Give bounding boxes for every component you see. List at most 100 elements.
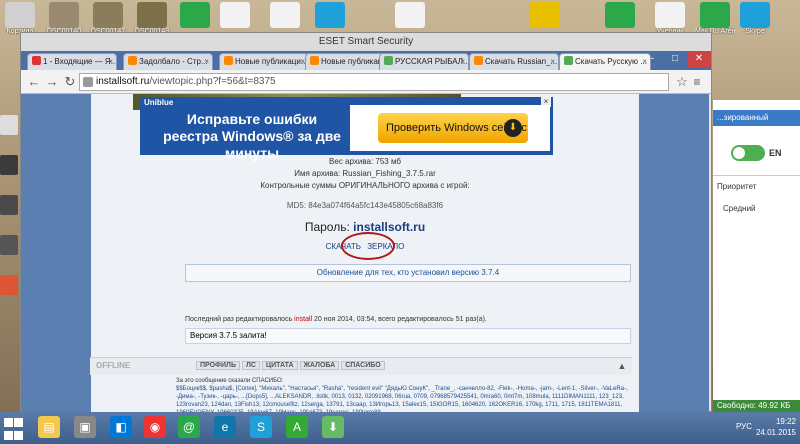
- desktop-icons-left: [0, 115, 20, 315]
- edit-note-suffix: 20 ноя 2014, 03:54, всего редактировалос…: [314, 316, 487, 323]
- desktop-icon[interactable]: [0, 235, 18, 255]
- tab-favicon-icon: [224, 56, 233, 65]
- page-favicon-icon: [83, 77, 93, 87]
- desktop-icon[interactable]: [215, 2, 255, 28]
- close-window-button[interactable]: ✕: [687, 51, 711, 67]
- explorer-icon[interactable]: ▤: [38, 416, 60, 438]
- tab-favicon-icon: [384, 56, 393, 65]
- chrome-icon[interactable]: ◉: [144, 416, 166, 438]
- desktop-icon-image: [270, 2, 300, 28]
- ad-button-area: Проверить Windows сейчас ⬇: [350, 105, 550, 151]
- desktop-icon[interactable]: Учебник: [650, 2, 690, 35]
- browser-tab[interactable]: РУССКАЯ РЫБАЛ... ×: [379, 53, 469, 70]
- post-action-button[interactable]: ПРОФИЛЬ: [196, 361, 241, 370]
- post-action-button[interactable]: ЛС: [242, 361, 260, 370]
- desktop-icon[interactable]: [0, 275, 18, 295]
- edit-note: Последний раз редактировалось install 20…: [185, 316, 631, 323]
- priority-value[interactable]: Средний: [723, 204, 756, 213]
- update-link-box[interactable]: Обновление для тех, кто установил версию…: [185, 264, 631, 282]
- red-circle-annotation: [341, 232, 395, 260]
- advertisement-banner[interactable]: Uniblue × Исправьте ошибки реестра Windo…: [140, 97, 553, 161]
- post-action-button[interactable]: ЖАЛОБА: [299, 361, 340, 370]
- windows-store-icon[interactable]: ◧: [110, 416, 132, 438]
- free-space-label: Свободно: 49.92 КБ: [717, 401, 791, 410]
- tab-label: Задолбало - Стр...: [139, 57, 208, 66]
- browser-tab[interactable]: Скачать Russian_... ×: [469, 53, 559, 70]
- tab-close-icon[interactable]: ×: [108, 54, 113, 69]
- browser-menu-icon[interactable]: ≡: [689, 74, 705, 90]
- browser-tab[interactable]: Скачать Русскую ... ×: [559, 53, 651, 70]
- tab-close-icon[interactable]: ×: [642, 54, 647, 69]
- download-icon[interactable]: ⬇: [322, 416, 344, 438]
- tab-close-icon[interactable]: ×: [550, 54, 555, 69]
- app-a-icon[interactable]: A: [286, 416, 308, 438]
- tab-label: Скачать Russian_...: [485, 57, 558, 66]
- ad-brand: Uniblue: [144, 98, 174, 107]
- start-button[interactable]: [4, 418, 24, 440]
- desktop-icon[interactable]: Skype: [735, 2, 775, 35]
- back-icon[interactable]: ←: [25, 73, 43, 91]
- desktop-icon[interactable]: DSC00140: [44, 2, 84, 35]
- post-action-button[interactable]: ЦИТАТА: [261, 361, 298, 370]
- mail-agent-icon[interactable]: @: [178, 416, 200, 438]
- desktop-icon[interactable]: [310, 2, 350, 28]
- toggle-switch[interactable]: [731, 145, 765, 161]
- browser-tab[interactable]: 1 - Входящие — Я... ×: [27, 53, 117, 70]
- desktop-icon-image: [700, 2, 730, 28]
- language-indicator[interactable]: РУС: [736, 422, 752, 431]
- desktop-icon[interactable]: DSC00147: [88, 2, 128, 35]
- taskbar: ▤ ▣ ◧ ◉ @ e S A ⬇ РУС 19:22 24.01.2015: [0, 412, 800, 444]
- tab-label: РУССКАЯ РЫБАЛ...: [395, 57, 469, 66]
- tab-label: 1 - Входящие — Я...: [43, 57, 117, 66]
- tab-close-icon[interactable]: ×: [204, 54, 209, 69]
- scroll-up-icon[interactable]: ▲: [616, 360, 628, 372]
- maximize-button[interactable]: □: [663, 51, 687, 67]
- desktop-icon-image: [49, 2, 79, 28]
- desktop-icon[interactable]: [0, 155, 18, 175]
- tab-label: Новые публикаци...: [235, 57, 308, 66]
- ad-check-button[interactable]: Проверить Windows сейчас ⬇: [378, 113, 528, 143]
- desktop-icon[interactable]: [525, 2, 565, 28]
- tab-favicon-icon: [474, 56, 483, 65]
- tab-close-icon[interactable]: ×: [460, 54, 465, 69]
- desktop-icon[interactable]: [600, 2, 640, 28]
- edit-note-prefix: Последний раз редактировалось: [185, 316, 293, 323]
- priority-label: Приоритет: [717, 182, 757, 191]
- desktop-icon[interactable]: Корзина: [0, 2, 40, 35]
- browser-tab[interactable]: Новые публикаци...×: [219, 53, 309, 70]
- download-arrow-icon: ⬇: [504, 119, 522, 137]
- desktop-icon[interactable]: [390, 2, 430, 28]
- desktop-icon[interactable]: [175, 2, 215, 28]
- desktop-icon-image: [315, 2, 345, 28]
- forward-icon[interactable]: →: [43, 73, 61, 91]
- desktop-icon-image: [180, 2, 210, 28]
- edit-note-user[interactable]: install: [294, 316, 312, 323]
- desktop-icon[interactable]: [265, 2, 305, 28]
- free-space-bar: Свободно: 49.92 КБ: [713, 400, 800, 412]
- desktop-icon[interactable]: [0, 115, 18, 135]
- app-icon[interactable]: ▣: [74, 416, 96, 438]
- checksum-label: Контрольные суммы ОРИГИНАЛЬНОГО архива с…: [260, 181, 470, 190]
- desktop-icon[interactable]: DSC00148: [132, 2, 172, 35]
- reload-icon[interactable]: ↻: [61, 73, 79, 91]
- browser-tab[interactable]: Задолбало - Стр... ×: [123, 53, 213, 70]
- clock[interactable]: 19:22 24.01.2015: [756, 416, 796, 438]
- thanks-label: За это сообщение сказали СПАСИБО:: [176, 378, 284, 384]
- post-action-button[interactable]: СПАСИБО: [341, 361, 385, 370]
- desktop-icon-image: [530, 2, 560, 28]
- desktop-icon[interactable]: Mail.Ru Агент: [695, 2, 735, 35]
- thanks-list: За это сообщение сказали СПАСИБО: $$Боци…: [176, 377, 636, 417]
- desktop-icon[interactable]: [0, 195, 18, 215]
- archive-name: Имя архива: Russian_Fishing_3.7.5.rar: [294, 169, 436, 178]
- clock-date: 24.01.2015: [755, 428, 796, 437]
- archive-info: Вес архива: 753 мб Имя архива: Russian_F…: [91, 156, 639, 212]
- skype-icon[interactable]: S: [250, 416, 272, 438]
- tab-favicon-icon: [32, 56, 41, 65]
- url-input[interactable]: installsoft.ru/viewtopic.php?f=56&t=8375: [79, 73, 669, 91]
- desktop-icon-image: [605, 2, 635, 28]
- address-bar: ← → ↻ installsoft.ru/viewtopic.php?f=56&…: [21, 70, 711, 94]
- eset-icon[interactable]: e: [214, 416, 236, 438]
- side-panel-header: ...зированный: [713, 110, 800, 126]
- toggle-label: EN: [769, 148, 782, 158]
- desktop-icon-image: [655, 2, 685, 28]
